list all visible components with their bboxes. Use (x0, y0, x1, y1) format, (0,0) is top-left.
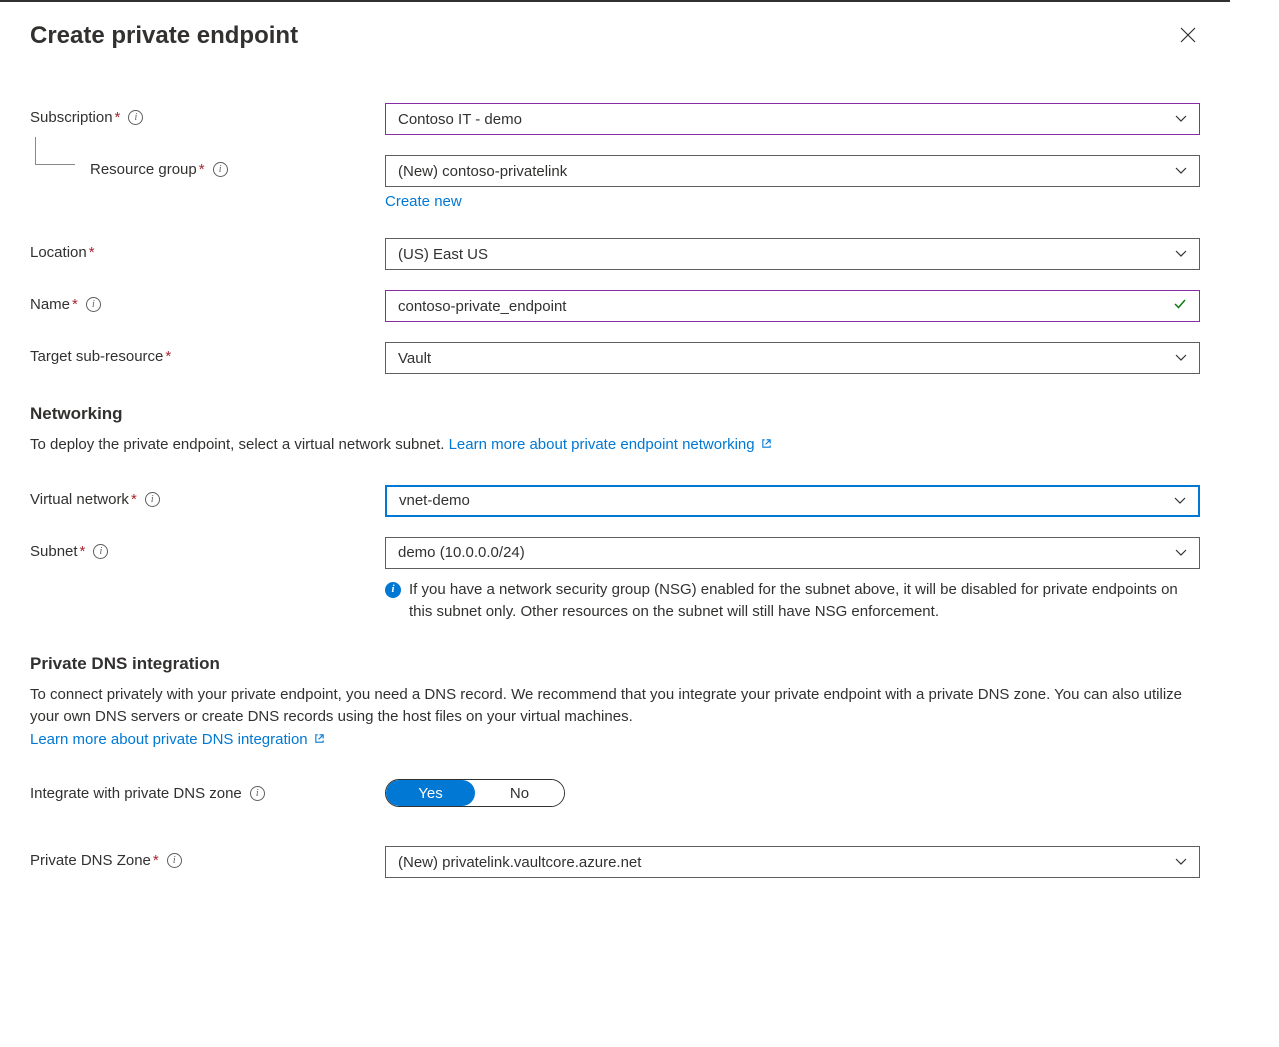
chevron-down-icon (1175, 165, 1187, 177)
info-icon[interactable]: i (250, 786, 265, 801)
resource-group-select[interactable]: (New) contoso-privatelink (385, 155, 1200, 187)
networking-learn-more-link[interactable]: Learn more about private endpoint networ… (449, 436, 772, 453)
name-input[interactable]: contoso-private_endpoint (385, 290, 1200, 322)
tree-connector-icon (35, 137, 75, 165)
checkmark-icon (1173, 297, 1187, 316)
target-sub-resource-select[interactable]: Vault (385, 342, 1200, 374)
virtual-network-label: Virtual network* i (30, 485, 385, 508)
chevron-down-icon (1175, 352, 1187, 364)
private-dns-zone-select[interactable]: (New) privatelink.vaultcore.azure.net (385, 846, 1200, 878)
dns-learn-more-link[interactable]: Learn more about private DNS integration (30, 731, 325, 748)
info-icon[interactable]: i (86, 297, 101, 312)
create-new-link[interactable]: Create new (385, 193, 462, 210)
location-label: Location* (30, 238, 385, 261)
target-sub-resource-label: Target sub-resource* (30, 342, 385, 365)
dns-section-title: Private DNS integration (30, 654, 1200, 674)
info-icon[interactable]: i (213, 162, 228, 177)
subscription-label: Subscription* i (30, 103, 385, 126)
location-select[interactable]: (US) East US (385, 238, 1200, 270)
subnet-select[interactable]: demo (10.0.0.0/24) (385, 537, 1200, 569)
subnet-nsg-note: i If you have a network security group (… (385, 579, 1200, 624)
external-link-icon (761, 438, 772, 452)
info-icon[interactable]: i (128, 110, 143, 125)
create-private-endpoint-panel: Create private endpoint Subscription* i … (0, 0, 1230, 938)
resource-group-label: Resource group* i (30, 155, 385, 178)
private-dns-zone-label: Private DNS Zone* i (30, 846, 385, 869)
external-link-icon (314, 733, 325, 747)
chevron-down-icon (1174, 495, 1186, 507)
dns-section-desc: To connect privately with your private e… (30, 684, 1200, 752)
virtual-network-select[interactable]: vnet-demo (385, 485, 1200, 517)
chevron-down-icon (1175, 547, 1187, 559)
chevron-down-icon (1175, 113, 1187, 125)
chevron-down-icon (1175, 856, 1187, 868)
toggle-no[interactable]: No (475, 780, 564, 806)
chevron-down-icon (1175, 248, 1187, 260)
close-button[interactable] (1176, 22, 1200, 53)
info-icon[interactable]: i (145, 492, 160, 507)
integrate-dns-toggle[interactable]: Yes No (385, 779, 565, 807)
panel-title: Create private endpoint (30, 22, 298, 50)
info-icon[interactable]: i (93, 544, 108, 559)
info-icon[interactable]: i (167, 853, 182, 868)
toggle-yes[interactable]: Yes (386, 780, 475, 806)
subnet-label: Subnet* i (30, 537, 385, 560)
info-note-icon: i (385, 582, 401, 598)
subscription-select[interactable]: Contoso IT - demo (385, 103, 1200, 135)
name-label: Name* i (30, 290, 385, 313)
networking-section-desc: To deploy the private endpoint, select a… (30, 434, 1200, 457)
integrate-dns-label: Integrate with private DNS zone i (30, 779, 385, 802)
networking-section-title: Networking (30, 404, 1200, 424)
